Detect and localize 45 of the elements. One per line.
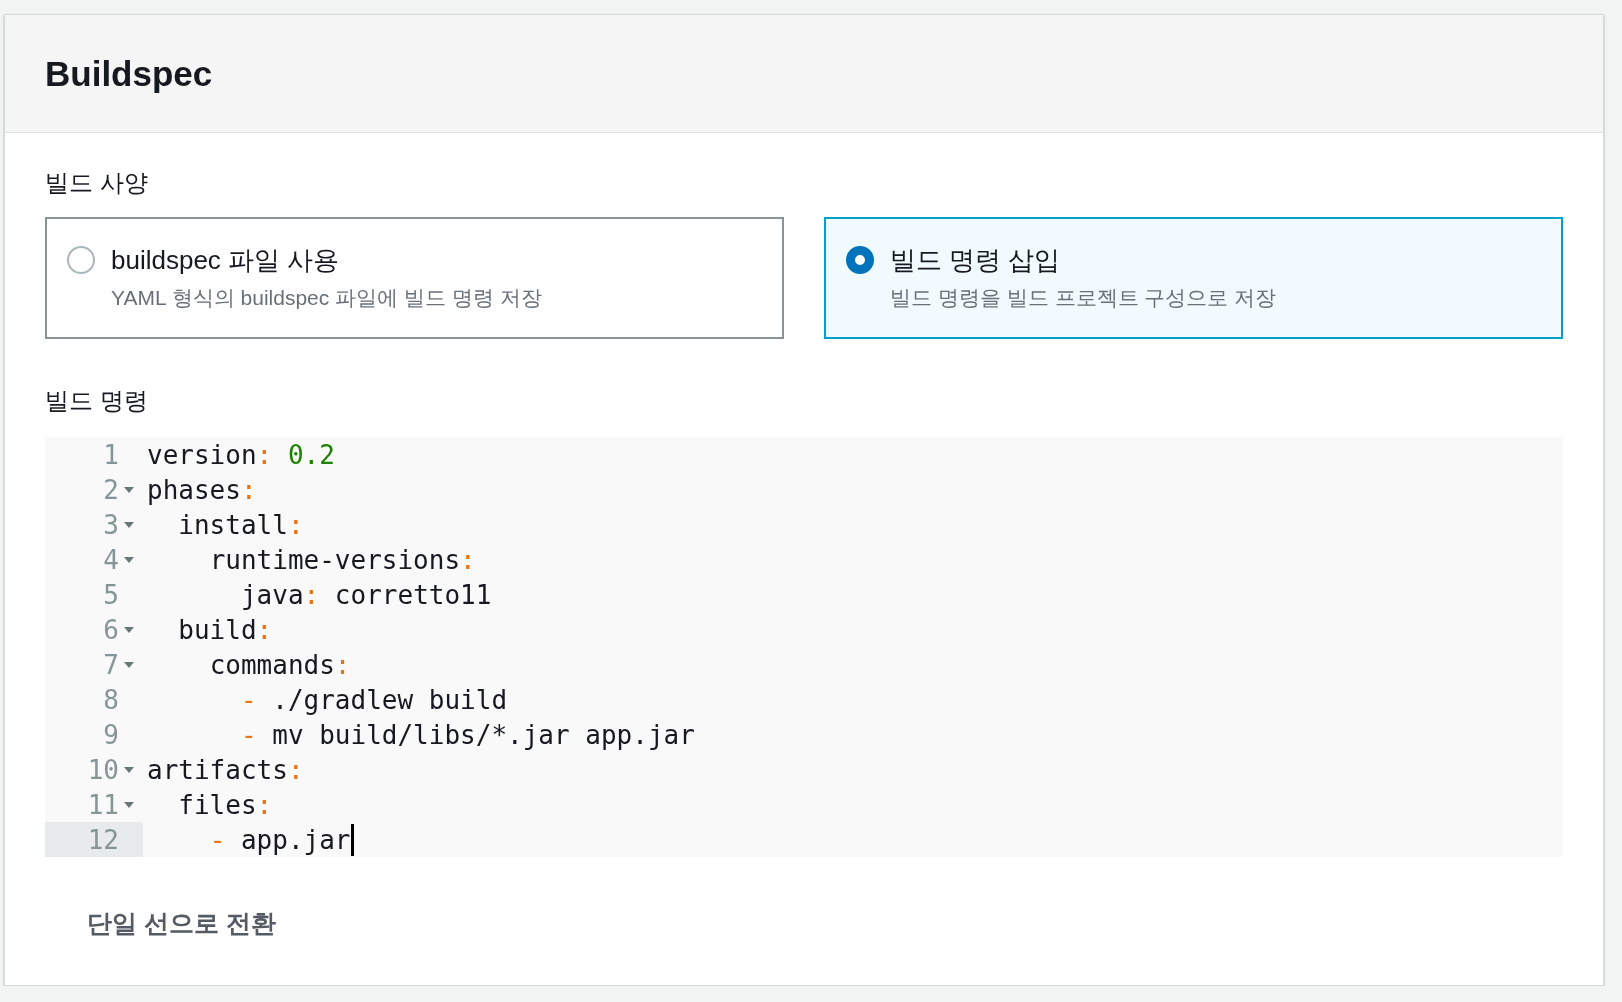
line-number: 12 — [87, 824, 119, 855]
fold-caret-icon[interactable] — [123, 765, 135, 774]
code-line: version: 0.2 — [146, 439, 335, 470]
line-number: 6 — [103, 614, 119, 645]
radio-button[interactable] — [846, 246, 874, 274]
code-line: install: — [177, 509, 304, 540]
radio-card[interactable]: 빌드 명령 삽입 빌드 명령을 빌드 프로젝트 구성으로 저장 — [824, 217, 1563, 339]
line-number: 3 — [103, 509, 119, 540]
line-number: 1 — [103, 439, 119, 470]
line-number: 5 — [103, 579, 119, 610]
option-description: 빌드 명령을 빌드 프로젝트 구성으로 저장 — [890, 285, 1277, 311]
line-number: 8 — [103, 684, 119, 715]
code-line: - mv build/libs/*.jar app.jar — [239, 719, 695, 750]
option-title: buildspec 파일 사용 — [111, 244, 341, 277]
code-line: java: corretto11 — [239, 579, 492, 610]
fold-caret-icon[interactable] — [123, 555, 135, 564]
code-line: - app.jar — [143, 823, 354, 856]
line-number: 4 — [103, 544, 119, 575]
option-title: 빌드 명령 삽입 — [890, 244, 1062, 277]
panel-title: Buildspec — [45, 53, 213, 94]
fold-caret-icon[interactable] — [123, 660, 135, 669]
code-line: - ./gradlew build — [239, 684, 508, 715]
line-number: 2 — [103, 474, 119, 505]
option-description: YAML 형식의 buildspec 파일에 빌드 명령 저장 — [111, 285, 542, 311]
field-label: 빌드 명령 — [45, 386, 149, 416]
code-line: phases: — [146, 474, 257, 505]
toggle-link[interactable]: 단일 선으로 전환 — [87, 907, 276, 940]
code-line: build: — [177, 614, 273, 645]
radio-card[interactable]: buildspec 파일 사용 YAML 형식의 buildspec 파일에 빌드 명령 저장 — [45, 217, 784, 339]
radio-button[interactable] — [67, 246, 95, 274]
line-number: 11 — [87, 789, 119, 820]
code-editor[interactable]: 1 version: 0.2 2 phases: 3 install: 4 runtime-versions: 5 java: corretto11 6 build: 7 commands: 8 - ./gradlew build 9 - mv build/libs/*.jar app.jar 10 artifacts: 11 files: 12 - app.jar — [45, 437, 1563, 857]
field-label: 빌드 사양 — [45, 168, 149, 198]
line-number: 10 — [87, 754, 119, 785]
fold-caret-icon[interactable] — [123, 520, 135, 529]
fold-caret-icon[interactable] — [123, 625, 135, 634]
fold-caret-icon[interactable] — [123, 485, 135, 494]
fold-caret-icon[interactable] — [123, 800, 135, 809]
code-line: commands: — [208, 649, 351, 680]
code-line: files: — [177, 789, 273, 820]
code-line: runtime-versions: — [208, 544, 476, 575]
line-number: 7 — [103, 649, 119, 680]
code-line: artifacts: — [146, 754, 304, 785]
text-cursor — [350, 823, 354, 856]
line-number: 9 — [103, 719, 119, 750]
